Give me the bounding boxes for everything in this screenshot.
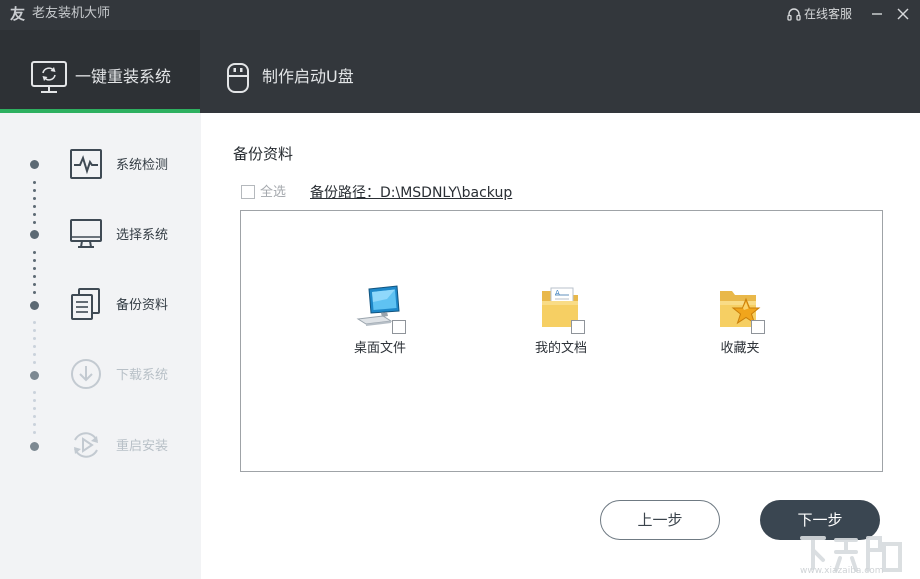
step-dot — [30, 301, 39, 310]
step-dot — [30, 371, 39, 380]
favorites-checkbox[interactable] — [751, 320, 765, 334]
step-connector-dot — [33, 205, 36, 208]
step-dot — [30, 442, 39, 451]
step-connector-dot — [33, 321, 36, 324]
download-icon — [71, 359, 101, 389]
step-label: 选择系统 — [116, 228, 169, 243]
step-connector-dot — [33, 407, 36, 410]
usb-drive-icon — [227, 63, 249, 93]
headset-icon[interactable] — [786, 7, 802, 23]
step-connector-dot — [33, 291, 36, 294]
select-all-checkbox[interactable] — [241, 185, 255, 199]
step-label: 系统检测 — [116, 158, 169, 173]
svg-text:A: A — [555, 289, 560, 297]
step-connector-dot — [33, 251, 36, 254]
step-dot — [30, 230, 39, 239]
my-documents-checkbox[interactable] — [571, 320, 585, 334]
desktop-files-label: 桌面文件 — [353, 341, 406, 356]
step-connector-dot — [33, 345, 36, 348]
customer-service-link[interactable]: 在线客服 — [804, 6, 852, 22]
monitor-refresh-icon — [31, 61, 67, 93]
tab-label: 制作启动U盘 — [262, 67, 354, 86]
tab-reinstall-system[interactable]: 一键重装系统 — [0, 30, 200, 113]
my-documents-label: 我的文档 — [534, 341, 587, 356]
backup-items-panel: 桌面文件 A 我的文档 收藏夹 — [240, 210, 883, 472]
close-icon[interactable] — [890, 3, 916, 25]
step-connector-dot — [33, 275, 36, 278]
select-all-label[interactable]: 全选 — [260, 185, 286, 201]
step-connector-dot — [33, 259, 36, 262]
tab-make-usb[interactable]: 制作启动U盘 — [200, 30, 400, 113]
backup-path-link[interactable]: 备份路径：D:\MSDNLY\backup — [310, 184, 512, 202]
minimize-icon[interactable] — [864, 3, 890, 25]
step-connector-dot — [33, 221, 36, 224]
step-connector-dot — [33, 213, 36, 216]
step-dot — [30, 160, 39, 169]
restart-icon — [74, 432, 98, 458]
title-bar: 友 老友装机大师 在线客服 — [0, 0, 920, 30]
step-label: 备份资料 — [116, 298, 169, 313]
page-title: 备份资料 — [233, 145, 294, 163]
step-connector-dot — [33, 353, 36, 356]
monitor-icon — [70, 219, 102, 248]
step-connector-dot — [33, 329, 36, 332]
favorites-label: 收藏夹 — [720, 341, 760, 356]
heartbeat-monitor-icon — [70, 149, 102, 179]
watermark-text: www.xiazaiba.com — [800, 566, 884, 576]
documents-icon — [71, 288, 100, 320]
steps-sidebar: 系统检测 选择系统 备份资料 下载系统 重启安装 — [0, 113, 201, 579]
step-label: 重启安装 — [116, 439, 169, 454]
step-connector-dot — [33, 181, 36, 184]
previous-step-button[interactable]: 上一步 — [600, 500, 720, 540]
step-connector-dot — [33, 267, 36, 270]
step-connector-dot — [33, 337, 36, 340]
step-connector-dot — [33, 415, 36, 418]
step-connector-dot — [33, 431, 36, 434]
desktop-files-checkbox[interactable] — [392, 320, 406, 334]
tab-label: 一键重装系统 — [75, 67, 172, 86]
step-connector-dot — [33, 361, 36, 364]
app-header: 友 老友装机大师 在线客服 一键重装系统 制作启动U盘 — [0, 0, 920, 113]
app-title: 老友装机大师 — [32, 6, 111, 21]
step-connector-dot — [33, 423, 36, 426]
step-connector-dot — [33, 391, 36, 394]
step-connector-dot — [33, 197, 36, 200]
step-connector-dot — [33, 399, 36, 402]
app-logo-icon: 友 — [10, 5, 26, 23]
step-label: 下载系统 — [116, 368, 169, 383]
step-connector-dot — [33, 283, 36, 286]
step-connector-dot — [33, 189, 36, 192]
